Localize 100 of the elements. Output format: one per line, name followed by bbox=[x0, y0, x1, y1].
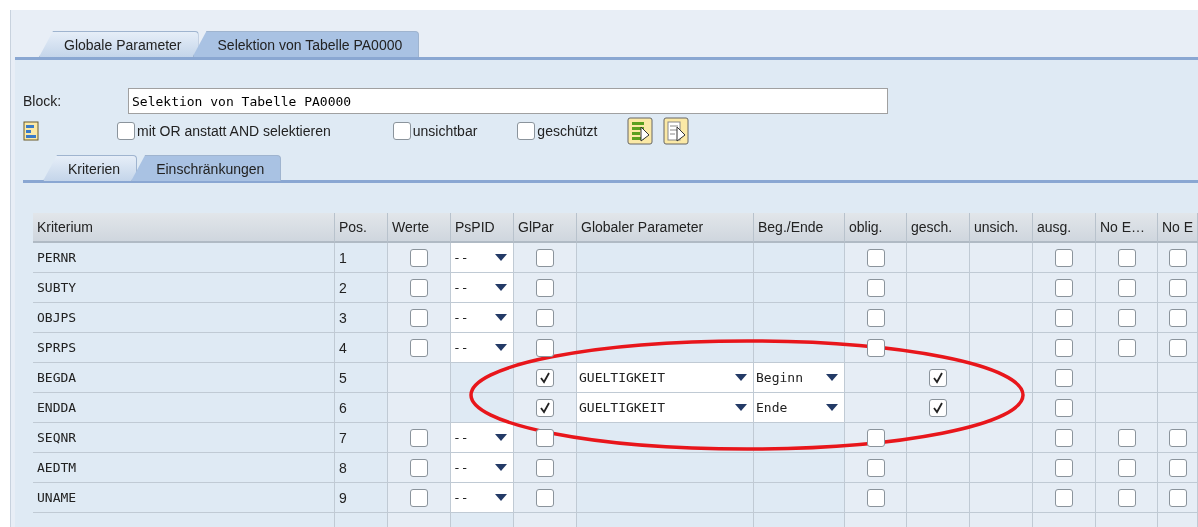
checkbox[interactable] bbox=[866, 488, 885, 507]
checkbox[interactable] bbox=[410, 248, 428, 267]
checkbox[interactable] bbox=[929, 368, 947, 387]
column-header[interactable]: Globaler Parameter bbox=[577, 213, 754, 243]
deselect-rows-icon[interactable] bbox=[663, 117, 690, 145]
tab[interactable]: Kriterien bbox=[43, 155, 138, 181]
checkbox[interactable] bbox=[1168, 278, 1187, 297]
caret-icon bbox=[826, 374, 838, 381]
table-cell: OBJPS bbox=[33, 303, 335, 333]
column-header[interactable]: gesch. bbox=[907, 213, 970, 243]
checkbox[interactable] bbox=[410, 278, 428, 297]
checkbox[interactable] bbox=[866, 278, 885, 297]
option-label: geschützt bbox=[537, 123, 598, 139]
checkbox[interactable] bbox=[1117, 278, 1136, 297]
column-header[interactable]: No E… bbox=[1096, 213, 1158, 243]
checkbox[interactable] bbox=[410, 458, 428, 477]
checkbox[interactable] bbox=[1117, 458, 1136, 477]
column-header[interactable]: Beg./Ende bbox=[754, 213, 845, 243]
column-header[interactable]: PsPID bbox=[451, 213, 514, 243]
table-cell: SEQNR bbox=[33, 423, 335, 453]
caret-icon bbox=[495, 494, 507, 501]
checkbox[interactable] bbox=[410, 308, 428, 327]
table-cell: UNAME bbox=[33, 483, 335, 513]
checkbox[interactable] bbox=[1055, 488, 1073, 507]
checkbox[interactable] bbox=[1117, 338, 1136, 357]
checkbox[interactable] bbox=[536, 248, 554, 267]
caret-icon bbox=[495, 284, 507, 291]
checkbox[interactable] bbox=[866, 308, 885, 327]
column-header[interactable]: ausg. bbox=[1033, 213, 1096, 243]
caret-icon bbox=[495, 254, 507, 261]
checkbox[interactable] bbox=[866, 338, 885, 357]
table-cell: 2 bbox=[335, 273, 388, 303]
checkbox[interactable] bbox=[1117, 488, 1136, 507]
checkbox[interactable] bbox=[536, 458, 554, 477]
option-label: mit OR anstatt AND selektieren bbox=[137, 123, 331, 139]
table-cell: 7 bbox=[335, 423, 388, 453]
checkbox[interactable] bbox=[536, 428, 554, 447]
table-cell: 4 bbox=[335, 333, 388, 363]
caret-icon bbox=[735, 404, 747, 411]
checkbox[interactable] bbox=[866, 458, 885, 477]
table-cell: 8 bbox=[335, 453, 388, 483]
checkbox[interactable] bbox=[1055, 338, 1073, 357]
checkbox[interactable] bbox=[117, 122, 135, 140]
checkbox[interactable] bbox=[866, 248, 885, 267]
checkbox[interactable] bbox=[1117, 428, 1136, 447]
checkbox[interactable] bbox=[410, 428, 428, 447]
caret-icon bbox=[495, 464, 507, 471]
column-header[interactable]: Kriterium bbox=[33, 213, 335, 243]
caret-icon bbox=[735, 374, 747, 381]
option-label: unsichtbar bbox=[412, 123, 478, 139]
table-cell: SPRPS bbox=[33, 333, 335, 363]
table-cell: 6 bbox=[335, 393, 388, 423]
checkbox[interactable] bbox=[536, 368, 554, 387]
tab[interactable]: Globale Parameter bbox=[39, 31, 199, 57]
checkbox[interactable] bbox=[536, 278, 554, 297]
checkbox[interactable] bbox=[536, 398, 554, 417]
checkbox[interactable] bbox=[1055, 368, 1073, 387]
column-header[interactable]: Werte bbox=[388, 213, 451, 243]
column-header[interactable]: oblig. bbox=[845, 213, 907, 243]
table-cell: 1 bbox=[335, 243, 388, 273]
table-cell: BEGDA bbox=[33, 363, 335, 393]
table-cell: 9 bbox=[335, 483, 388, 513]
checkbox[interactable] bbox=[1168, 428, 1187, 447]
column-header[interactable]: Pos. bbox=[335, 213, 388, 243]
checkbox[interactable] bbox=[929, 398, 947, 417]
checkbox[interactable] bbox=[1168, 458, 1187, 477]
column-header[interactable]: unsich. bbox=[970, 213, 1033, 243]
checkbox[interactable] bbox=[1055, 398, 1073, 417]
checkbox[interactable] bbox=[1168, 308, 1187, 327]
select-rows-icon[interactable] bbox=[627, 117, 654, 145]
column-header[interactable]: GlPar bbox=[514, 213, 577, 243]
checkbox[interactable] bbox=[1055, 278, 1073, 297]
table-cell: AEDTM bbox=[33, 453, 335, 483]
checkbox[interactable] bbox=[1168, 248, 1187, 267]
column-header[interactable]: No E bbox=[1158, 213, 1198, 243]
checkbox[interactable] bbox=[1055, 458, 1073, 477]
checkbox[interactable] bbox=[1055, 308, 1073, 327]
tab[interactable]: Selektion von Tabelle PA0000 bbox=[192, 31, 420, 57]
checkbox[interactable] bbox=[1055, 248, 1073, 267]
checkbox[interactable] bbox=[1117, 248, 1136, 267]
checkbox[interactable] bbox=[1168, 338, 1187, 357]
caret-icon bbox=[495, 434, 507, 441]
checkbox[interactable] bbox=[1117, 308, 1136, 327]
checkbox[interactable] bbox=[392, 122, 411, 140]
checkbox[interactable] bbox=[536, 488, 554, 507]
checkbox[interactable] bbox=[517, 122, 536, 140]
checkbox[interactable] bbox=[536, 338, 554, 357]
caret-icon bbox=[495, 314, 507, 321]
tab[interactable]: Einschränkungen bbox=[131, 155, 282, 181]
checkbox[interactable] bbox=[410, 338, 428, 357]
checkbox[interactable] bbox=[1055, 428, 1073, 447]
checkbox[interactable] bbox=[866, 428, 885, 447]
table-cell: 3 bbox=[335, 303, 388, 333]
checkbox[interactable] bbox=[410, 488, 428, 507]
checkbox[interactable] bbox=[1168, 488, 1187, 507]
block-field[interactable]: Selektion von Tabelle PA0000 bbox=[128, 88, 888, 114]
caret-icon bbox=[495, 344, 507, 351]
table-cell: SUBTY bbox=[33, 273, 335, 303]
list-icon[interactable] bbox=[23, 121, 39, 141]
checkbox[interactable] bbox=[536, 308, 554, 327]
